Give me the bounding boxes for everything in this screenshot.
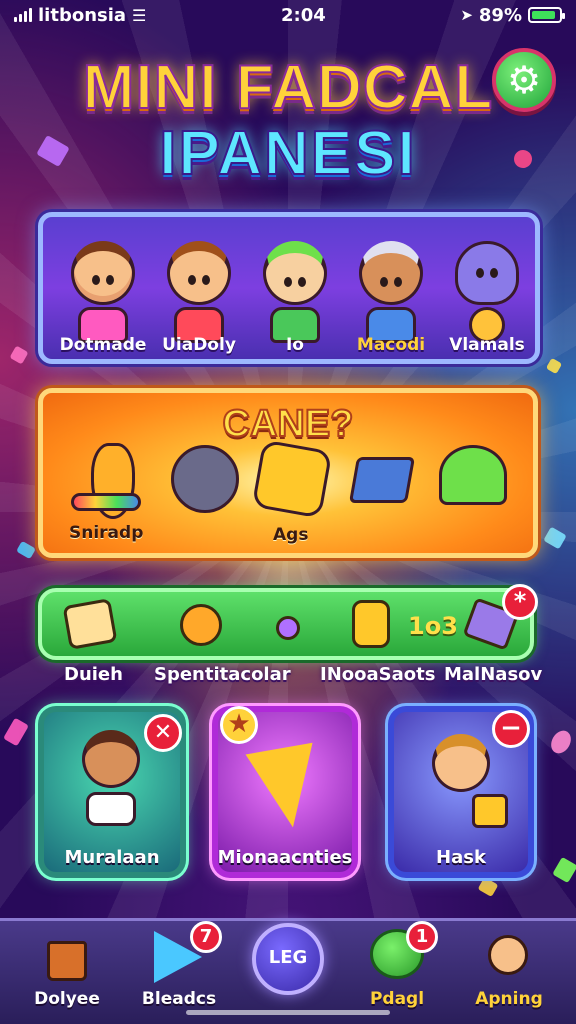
profile-icon: [488, 935, 528, 975]
confetti: [547, 727, 575, 757]
purple-orb-icon[interactable]: [276, 616, 300, 640]
confetti: [16, 540, 36, 560]
cube-icon: [348, 457, 416, 503]
home-indicator: [186, 1010, 390, 1015]
signal-icon: [14, 8, 32, 22]
status-left: litbonsia ☰: [14, 5, 146, 26]
nav-label: Apning: [475, 989, 543, 1009]
game-item-label: Sniradp: [69, 523, 144, 543]
confetti: [543, 526, 567, 550]
mode-card[interactable]: Muralaan ✕: [38, 706, 186, 878]
nav-badge: 7: [190, 921, 222, 953]
battery-icon: [528, 7, 565, 23]
orange-fruit-icon[interactable]: [180, 604, 222, 646]
rainbow-icon: [71, 493, 141, 511]
nav-item-pdagl[interactable]: 1 Pdagl: [342, 921, 452, 1021]
nav-item-dolyee[interactable]: Dolyee: [12, 921, 122, 1021]
character-card[interactable]: UiaDoly: [153, 231, 245, 367]
cat-star-icon: [251, 439, 333, 519]
star-badge[interactable]: ★: [220, 706, 258, 744]
location-icon: ➤: [460, 6, 473, 24]
close-badge[interactable]: ✕: [144, 714, 182, 752]
house-icon: [47, 941, 87, 981]
center-orb-text: LEG: [268, 947, 308, 968]
confetti: [552, 856, 576, 884]
character-avatar: [167, 241, 231, 305]
confetti: [9, 345, 29, 365]
game-item-label: Ags: [273, 525, 309, 545]
featured-game-heading: CANE?: [222, 402, 355, 446]
status-bar: litbonsia ☰ 2:04 ➤ 89%: [0, 0, 576, 30]
yellow-block-icon: [472, 794, 508, 828]
nav-center-button[interactable]: LEG: [233, 921, 343, 1021]
status-right: ➤ 89%: [460, 4, 565, 26]
game-title-line1: MINI FADCAL: [82, 52, 494, 123]
shortcut-badge: *: [502, 584, 538, 620]
gear-icon: ⚙: [506, 58, 542, 102]
character-select-panel: Dotmade UiaDoly Io Macodi Vlamals: [38, 212, 540, 364]
mode-card[interactable]: Hask −: [388, 706, 534, 878]
card-label: Hask: [436, 847, 486, 868]
character-avatar: [71, 241, 135, 305]
character-body: [86, 792, 136, 826]
shortcut-label[interactable]: MalNasov: [444, 664, 542, 685]
wifi-icon: ☰: [132, 5, 147, 25]
confetti: [477, 876, 499, 898]
character-avatar: [455, 241, 519, 305]
shortcut-label[interactable]: INooaSaots: [320, 664, 435, 685]
clock: 2:04: [280, 4, 326, 26]
card-label: Mionaacnties: [217, 847, 353, 868]
blob-monster-icon: [171, 445, 239, 513]
character-card[interactable]: Macodi: [345, 231, 437, 367]
cheese-triangle-icon: [245, 742, 327, 834]
nav-label: Bleadcs: [141, 989, 217, 1009]
bottom-nav: Dolyee 7 Bleadcs LEG 1 Pdagl Apning: [0, 918, 576, 1024]
character-avatar: [359, 241, 423, 305]
minus-badge[interactable]: −: [492, 710, 530, 748]
nav-item-bleadcs[interactable]: 7 Bleadcs: [124, 921, 234, 1021]
confetti: [545, 357, 563, 375]
featured-game-panel[interactable]: CANE? Sniradp Ags: [38, 388, 538, 558]
confetti: [3, 717, 29, 747]
character-name: Vlamals: [449, 335, 525, 355]
nav-label: Dolyee: [34, 989, 100, 1009]
tile-icon[interactable]: [62, 598, 118, 650]
battery-fill: [532, 11, 556, 19]
shortcut-label[interactable]: Duieh: [64, 664, 123, 685]
battery-percent: 89%: [478, 4, 522, 26]
settings-button[interactable]: ⚙: [492, 48, 556, 112]
character-avatar: [432, 734, 490, 792]
mode-card[interactable]: Mionaacnties ★: [212, 706, 358, 878]
character-avatar: [263, 241, 327, 305]
character-card[interactable]: Dotmade: [57, 231, 149, 367]
game-title-line2: IPANESI: [158, 118, 417, 189]
house-block-icon: [439, 445, 507, 505]
character-card[interactable]: Vlamals: [441, 231, 533, 367]
carrier-name: litbonsia: [38, 4, 127, 26]
nav-badge: 1: [406, 921, 438, 953]
card-label: Muralaan: [64, 847, 160, 868]
nav-label: Pdagl: [369, 989, 425, 1009]
shortcuts-bar: 1o3 *: [38, 584, 538, 660]
character-avatar: [82, 730, 140, 788]
nav-item-apning[interactable]: Apning: [454, 921, 564, 1021]
character-card[interactable]: Io: [249, 231, 341, 367]
shortcut-count: 1o3: [408, 612, 458, 640]
shortcut-label[interactable]: Spentitacolar: [154, 664, 291, 685]
number-five-icon[interactable]: [352, 600, 390, 648]
